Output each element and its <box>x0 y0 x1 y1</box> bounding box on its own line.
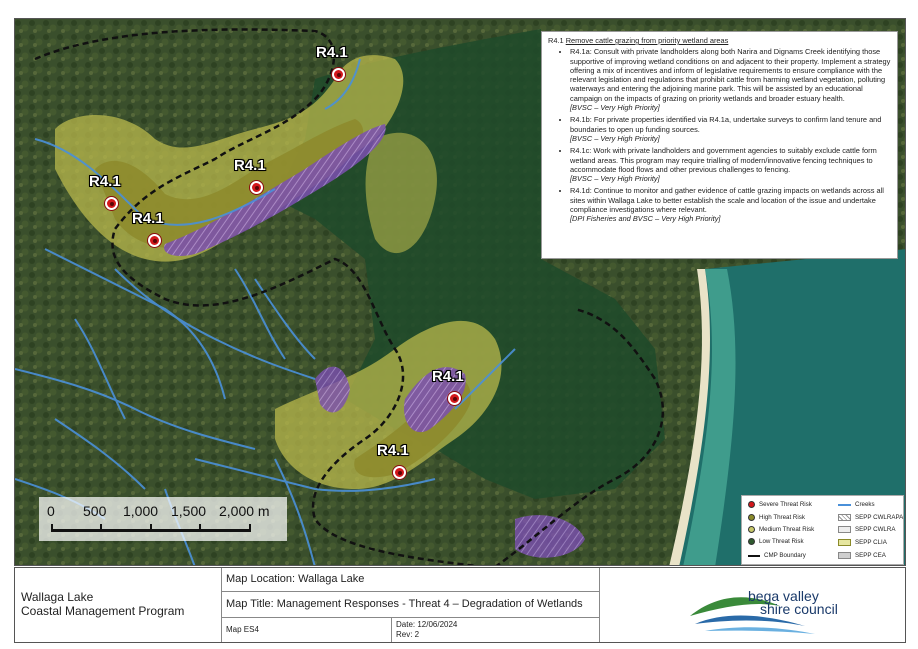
legend-label: Creeks <box>855 501 875 508</box>
logo-cell: bega valley shire council <box>600 568 905 642</box>
marker-label: R4.1 <box>432 368 464 385</box>
list-item: R4.1c: Work with private landholders and… <box>570 146 891 183</box>
logo-line-2: shire council <box>760 601 838 617</box>
legend-label: CMP Boundary <box>764 552 806 559</box>
scale-label: 1,500 <box>171 503 207 519</box>
map-location: Map Location: Wallaga Lake <box>226 573 365 585</box>
legend-item: SEPP CEA <box>838 552 886 559</box>
scale-label: 500 <box>83 503 107 519</box>
council-logo-text: bega valley shire council <box>748 589 838 617</box>
list-item: R4.1d: Continue to monitor and gather ev… <box>570 186 891 223</box>
high-threat-icon <box>748 514 755 521</box>
legend-label: Medium Threat Risk <box>759 526 815 533</box>
marker-label: R4.1 <box>316 44 348 61</box>
severe-threat-icon <box>748 501 755 508</box>
action-text: R4.1d: Continue to monitor and gather ev… <box>570 186 884 215</box>
legend-item: SEPP CWLRAPA <box>838 514 903 521</box>
marker-label: R4.1 <box>234 157 266 174</box>
action-source: [BVSC – Very High Priority] <box>570 133 660 143</box>
action-list: R4.1a: Consult with private landholders … <box>548 47 891 223</box>
severe-threat-icon <box>148 234 161 247</box>
legend-label: SEPP CEA <box>855 552 886 559</box>
action-textbox: R4.1 Remove cattle grazing from priority… <box>541 31 898 259</box>
legend-label: SEPP CWLRA <box>855 526 896 533</box>
scale-tick <box>51 524 53 532</box>
scale-tick <box>249 524 251 532</box>
swatch-icon <box>838 539 851 546</box>
boundary-icon <box>748 554 760 557</box>
legend-item: Severe Threat Risk <box>748 501 812 508</box>
low-threat-icon <box>748 538 755 545</box>
creek-icon <box>838 503 851 506</box>
swatch-icon <box>838 526 851 533</box>
map-title: Map Title: Management Responses - Threat… <box>226 598 583 610</box>
scale-label: 2,000 m <box>219 503 270 519</box>
legend-item: SEPP CLIA <box>838 539 887 546</box>
action-code: R4.1 <box>548 36 564 45</box>
legend-label: SEPP CWLRAPA <box>855 514 904 521</box>
hatch-swatch-icon <box>838 514 851 521</box>
scale-label: 1,000 <box>123 503 159 519</box>
title-block: Wallaga Lake Coastal Management Program … <box>14 567 906 643</box>
program-name: Wallaga Lake <box>21 590 94 604</box>
map-id: Map ES4 <box>226 625 259 634</box>
list-item: R4.1a: Consult with private landholders … <box>570 47 891 112</box>
legend-item: SEPP CWLRA <box>838 526 895 533</box>
legend-item: High Threat Risk <box>748 514 805 521</box>
map-revision: Rev: 2 <box>396 630 420 639</box>
location-cell: Map Location: Wallaga Lake <box>222 568 600 592</box>
severe-threat-icon <box>393 466 406 479</box>
date-rev-cell: Date: 12/06/2024 Rev: 2 <box>392 618 600 642</box>
action-source: [BVSC – Very High Priority] <box>570 103 660 113</box>
action-text: R4.1c: Work with private landholders and… <box>570 146 877 174</box>
scale-line <box>51 524 251 532</box>
legend-item: Low Threat Risk <box>748 538 804 545</box>
legend-item: CMP Boundary <box>748 552 806 559</box>
action-text: R4.1b: For private properties identified… <box>570 115 882 134</box>
program-subtitle: Coastal Management Program <box>21 604 185 618</box>
legend-label: Low Threat Risk <box>759 538 804 545</box>
action-source: [DPI Fisheries and BVSC – Very High Prio… <box>570 214 721 224</box>
scale-tick <box>199 524 201 532</box>
legend-item: Medium Threat Risk <box>748 526 814 533</box>
severe-threat-icon <box>250 181 263 194</box>
action-heading: R4.1 Remove cattle grazing from priority… <box>548 36 891 45</box>
scale-bar: 0 500 1,000 1,500 2,000 m <box>39 497 287 541</box>
map-legend: Severe Threat Risk High Threat Risk Medi… <box>741 495 904 565</box>
action-text: R4.1a: Consult with private landholders … <box>570 47 891 103</box>
map-date: Date: 12/06/2024 <box>396 620 458 629</box>
marker-label: R4.1 <box>377 442 409 459</box>
scale-tick <box>100 524 102 532</box>
marker-label: R4.1 <box>132 210 164 227</box>
action-title: Remove cattle grazing from priority wetl… <box>565 36 729 45</box>
scale-tick <box>150 524 152 532</box>
action-source: [BVSC – Very High Priority] <box>570 174 660 184</box>
legend-label: SEPP CLIA <box>855 539 887 546</box>
scale-label: 0 <box>47 503 55 519</box>
legend-label: High Threat Risk <box>759 514 805 521</box>
marker-label: R4.1 <box>89 173 121 190</box>
map-frame: R4.1 R4.1 R4.1 R4.1 R4.1 R4.1 R4.1 Remov… <box>14 18 906 566</box>
severe-threat-icon <box>448 392 461 405</box>
title-cell: Map Title: Management Responses - Threat… <box>222 592 600 618</box>
severe-threat-icon <box>105 197 118 210</box>
list-item: R4.1b: For private properties identified… <box>570 115 891 143</box>
legend-label: Severe Threat Risk <box>759 501 812 508</box>
map-id-cell: Map ES4 <box>222 618 392 642</box>
program-cell: Wallaga Lake Coastal Management Program <box>15 568 222 642</box>
severe-threat-icon <box>332 68 345 81</box>
swatch-icon <box>838 552 851 559</box>
medium-threat-icon <box>748 526 755 533</box>
legend-item: Creeks <box>838 501 875 508</box>
